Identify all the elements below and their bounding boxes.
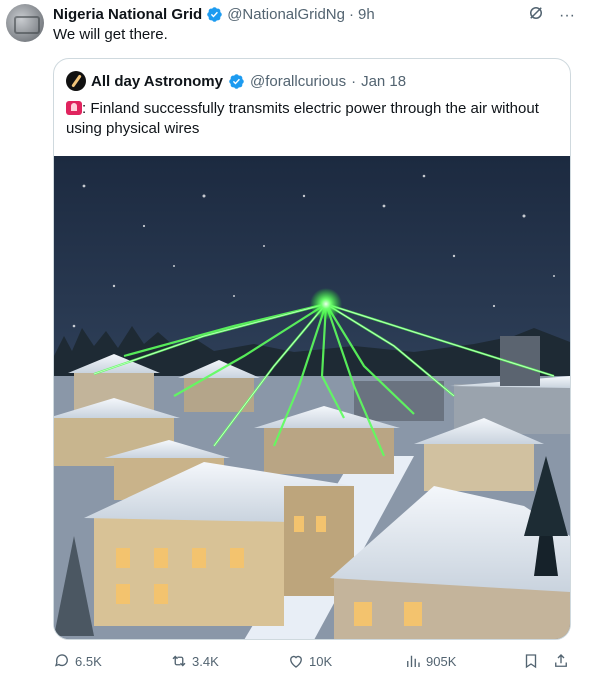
quoted-photo[interactable] (54, 156, 570, 640)
reply-count: 6.5K (75, 653, 102, 669)
quoted-text-body: : Finland successfully transmits electri… (66, 100, 539, 137)
timestamp[interactable]: 9h (358, 6, 375, 23)
tweet-text: We will get there. (53, 26, 168, 43)
repost-count: 3.4K (192, 653, 219, 669)
quoted-author-name[interactable]: All day Astronomy (91, 73, 223, 90)
verified-badge-icon (207, 6, 222, 22)
quoted-avatar[interactable] (66, 71, 86, 91)
author-avatar[interactable] (6, 4, 44, 42)
like-count: 10K (309, 653, 333, 669)
reply-button[interactable]: 6.5K (53, 652, 102, 670)
share-icon (555, 654, 567, 667)
views-chart-icon (407, 655, 420, 667)
repost-button[interactable]: 3.4K (170, 652, 219, 670)
quoted-header: All day Astronomy @forallcurious · Jan 1… (66, 71, 406, 91)
quoted-tweet[interactable]: All day Astronomy @forallcurious · Jan 1… (53, 58, 571, 640)
like-button[interactable]: 10K (287, 652, 332, 670)
separator: · (348, 5, 354, 23)
separator: · (351, 72, 357, 90)
view-count: 905K (426, 653, 457, 669)
bookmark-icon (525, 654, 537, 669)
verified-badge-icon (229, 73, 244, 89)
bookmark-button[interactable] (522, 652, 540, 670)
tweet-top-icons: ··· (527, 4, 575, 27)
views-button[interactable]: 905K (404, 652, 456, 670)
heart-icon (290, 655, 302, 668)
action-bar: 6.5K 3.4K 10K 905K (0, 650, 597, 674)
author-handle[interactable]: @NationalGridNg (227, 6, 345, 23)
tweet-header: Nigeria National Grid @NationalGridNg · … (53, 4, 375, 24)
quoted-text: : Finland successfully transmits electri… (66, 99, 556, 139)
more-options-icon[interactable]: ··· (559, 7, 575, 25)
author-name[interactable]: Nigeria National Grid (53, 6, 202, 23)
reply-icon (54, 654, 68, 667)
quoted-author-handle[interactable]: @forallcurious (250, 73, 346, 90)
grok-icon[interactable] (527, 4, 545, 27)
tweet: Nigeria National Grid @NationalGridNg · … (0, 0, 597, 690)
siren-icon (66, 101, 82, 115)
share-button[interactable] (552, 652, 570, 670)
quoted-timestamp[interactable]: Jan 18 (361, 73, 406, 90)
repost-icon (172, 655, 186, 667)
